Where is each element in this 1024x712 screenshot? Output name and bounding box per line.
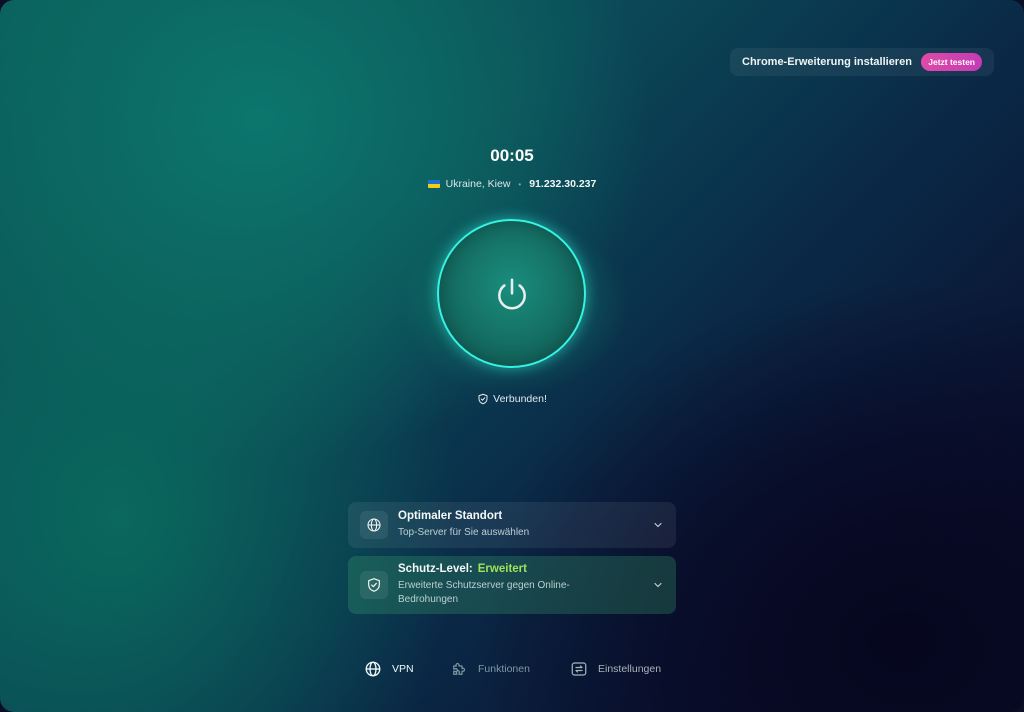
card-subtitle: Top-Server für Sie auswählen: [398, 527, 530, 538]
power-icon: [497, 277, 526, 310]
location-label: Ukraine, Kiew: [445, 178, 511, 190]
nav-item-einstellungen[interactable]: Einstellungen: [570, 660, 661, 678]
card-icon-box: [360, 511, 388, 539]
card-icon-box: [360, 571, 388, 599]
card-title: Schutz-Level: Erweitert: [398, 563, 652, 575]
nav-label: Funktionen: [478, 663, 530, 675]
chrome-extension-promo[interactable]: Chrome-Erweiterung installieren Jetzt te…: [730, 48, 994, 76]
protection-level-card[interactable]: Schutz-Level: Erweitert Erweiterte Schutz…: [348, 556, 676, 614]
settings-toggle-icon: [571, 662, 587, 676]
separator-dot: •: [518, 179, 522, 189]
puzzle-icon: [453, 662, 466, 675]
nav-item-funktionen[interactable]: Funktionen: [450, 660, 530, 678]
card-title: Optimaler Standort: [398, 510, 503, 522]
promo-text: Chrome-Erweiterung installieren: [742, 56, 912, 68]
status-text: Verbunden!: [493, 393, 547, 405]
vpn-app-window: Chrome-Erweiterung installieren Jetzt te…: [0, 0, 1024, 712]
power-button[interactable]: [437, 219, 586, 368]
connection-status: Verbunden!: [0, 393, 1024, 405]
nav-item-vpn[interactable]: VPN: [364, 660, 414, 678]
nav-label: Einstellungen: [598, 663, 662, 675]
chevron-down-icon[interactable]: [652, 519, 664, 531]
ip-address: 91.232.30.237: [529, 178, 597, 190]
globe-icon: [367, 518, 381, 532]
shield-check-icon: [368, 578, 380, 592]
ukraine-flag-icon: [427, 180, 440, 188]
server-location: Ukraine, Kiew • 91.232.30.237: [0, 178, 1024, 190]
shield-check-icon: [478, 393, 488, 405]
protection-level-label: Schutz-Level:: [398, 563, 473, 575]
globe-icon: [365, 661, 381, 677]
optimal-location-card[interactable]: Optimaler Standort Top-Server für Sie au…: [348, 502, 676, 548]
protection-level-value: Erweitert: [477, 563, 527, 575]
nav-label: VPN: [392, 663, 414, 675]
try-now-button[interactable]: Jetzt testen: [921, 53, 982, 71]
connection-timer: 00:05: [490, 146, 534, 165]
chevron-down-icon[interactable]: [652, 579, 664, 591]
card-subtitle: Erweiterte Schutzserver gegen Online-Bed…: [398, 580, 570, 605]
